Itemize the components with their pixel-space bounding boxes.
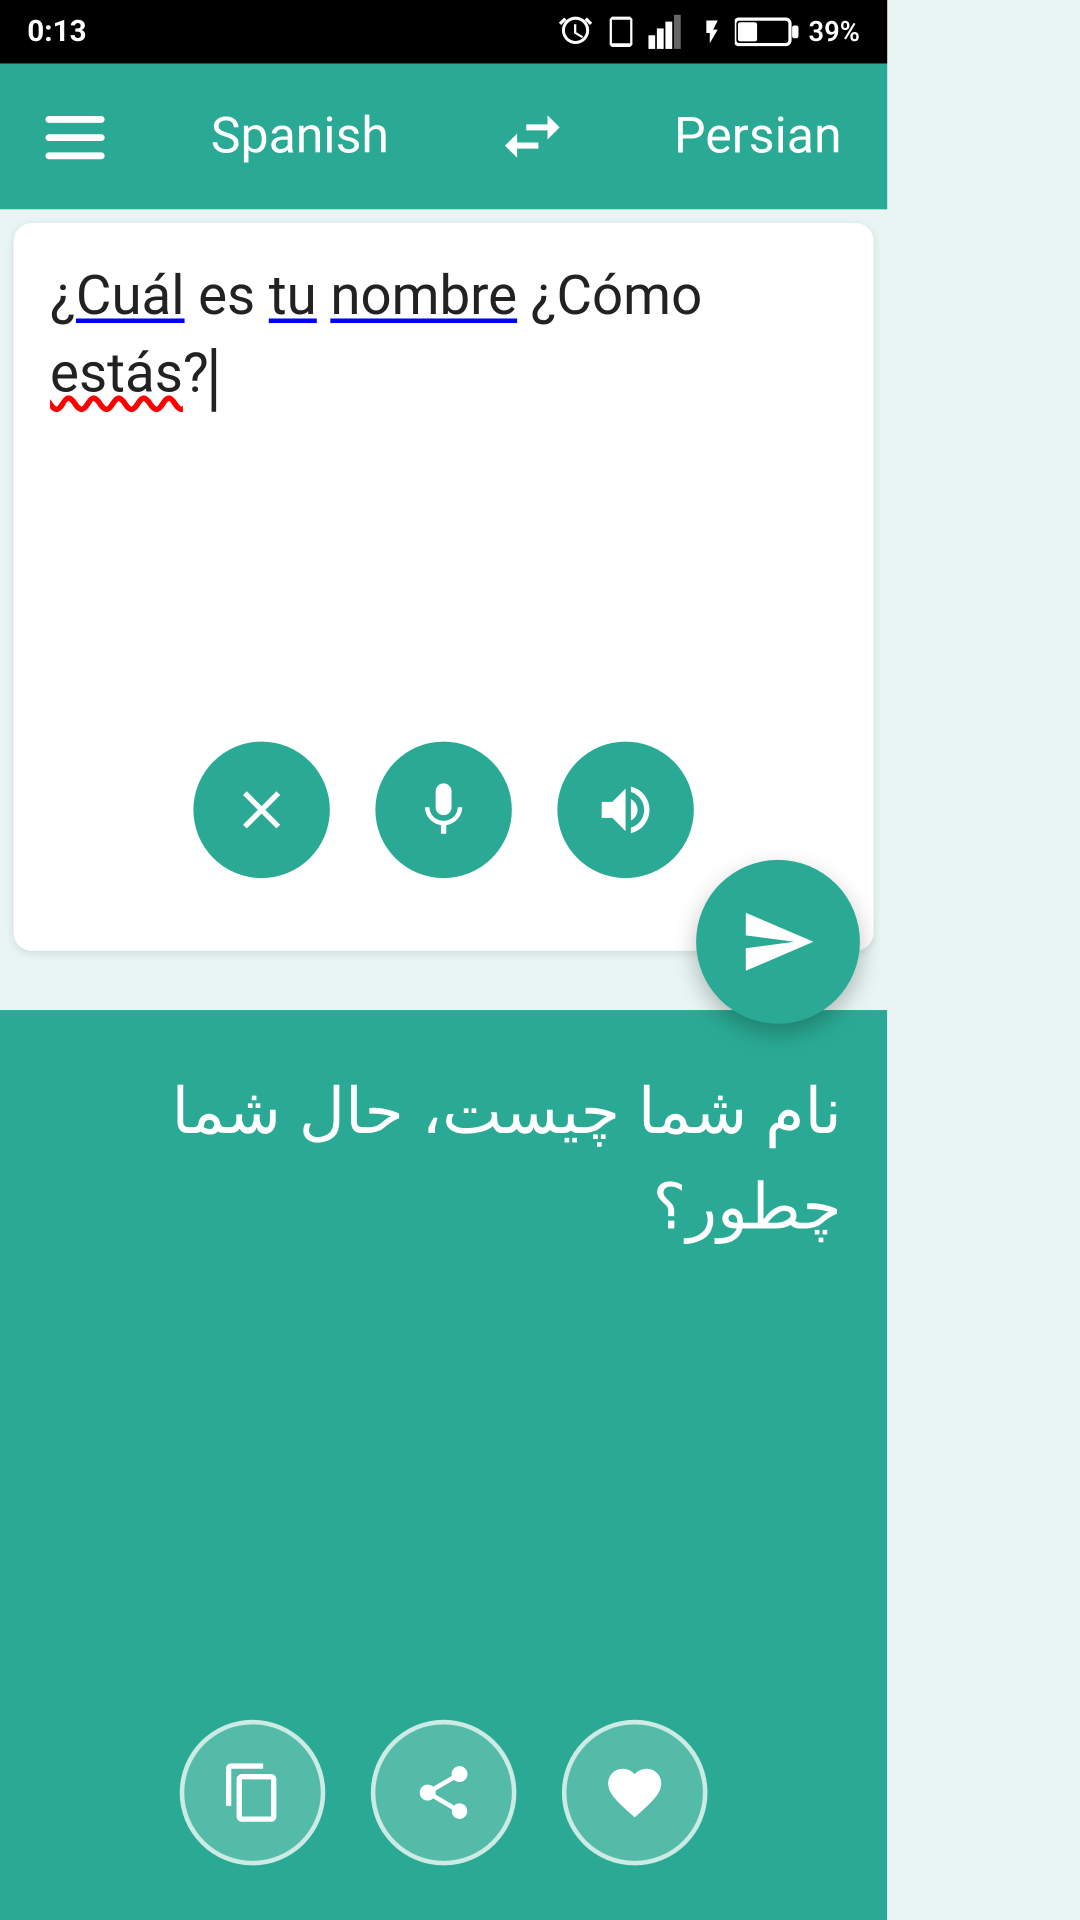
send-icon (739, 903, 816, 980)
charging-icon (699, 14, 726, 50)
output-text: نام شما چیست، حال شما چطور؟ (45, 1065, 841, 1256)
status-bar: 0:13 39% (0, 0, 887, 64)
favorite-button[interactable] (562, 1720, 708, 1866)
word-nombre: nombre (330, 264, 517, 328)
word-cual: Cuál (76, 264, 185, 328)
share-button[interactable] (371, 1720, 517, 1866)
signal-icon (649, 14, 690, 50)
speak-button[interactable] (557, 742, 693, 878)
output-actions (0, 1683, 887, 1865)
source-language-selector[interactable]: Spanish (211, 108, 389, 165)
close-icon (230, 778, 294, 842)
battery-percent: 39% (809, 16, 860, 48)
top-bar: Spanish Persian (0, 64, 887, 210)
heart-icon (603, 1761, 667, 1825)
word-estas: estás (50, 340, 183, 404)
copy-icon (221, 1761, 285, 1825)
menu-button[interactable] (45, 115, 104, 158)
microphone-button[interactable] (375, 742, 511, 878)
word-tu: tu (269, 264, 317, 328)
text-cursor (211, 348, 216, 412)
sim-icon (604, 14, 640, 50)
input-actions (50, 742, 837, 897)
main-content: ¿Cuál es tu nombre ¿Cómo estás? (0, 209, 887, 1920)
alarm-icon (558, 14, 594, 50)
target-language-selector[interactable]: Persian (674, 108, 842, 165)
status-time: 0:13 (27, 15, 86, 49)
clear-button[interactable] (193, 742, 329, 878)
input-area[interactable]: ¿Cuál es tu nombre ¿Cómo estás? (14, 223, 874, 951)
input-text[interactable]: ¿Cuál es tu nombre ¿Cómo estás? (50, 259, 837, 714)
output-area: نام شما چیست، حال شما چطور؟ (0, 1010, 887, 1920)
translate-button[interactable] (696, 860, 860, 1024)
input-wrapper: ¿Cuál es tu nombre ¿Cómo estás? (0, 209, 887, 951)
speaker-icon (594, 778, 658, 842)
copy-button[interactable] (180, 1720, 326, 1866)
swap-languages-button[interactable] (495, 100, 568, 173)
status-icons: 39% (558, 14, 860, 50)
battery-icon (736, 16, 800, 48)
mic-icon (412, 778, 476, 842)
share-icon (412, 1761, 476, 1825)
